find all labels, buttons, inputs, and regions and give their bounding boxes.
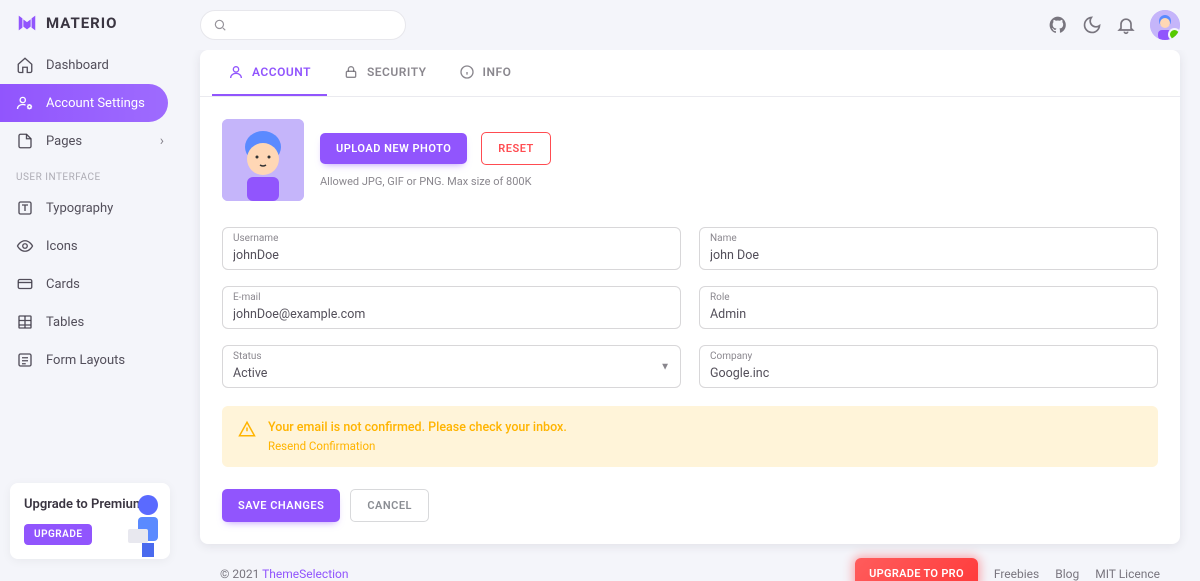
nav-label: Cards (46, 277, 80, 292)
field-label: Status (233, 352, 670, 362)
resend-confirmation-link[interactable]: Resend Confirmation (268, 439, 567, 453)
upgrade-illustration (120, 491, 176, 559)
email-field[interactable]: E-mail (222, 286, 681, 329)
footer-link-freebies[interactable]: Freebies (994, 567, 1039, 581)
chevron-right-icon: › (160, 133, 164, 149)
cancel-button[interactable]: CANCEL (350, 489, 429, 522)
profile-photo (222, 119, 304, 201)
table-icon (16, 313, 34, 331)
footer-link-licence[interactable]: MIT Licence (1095, 567, 1160, 581)
field-label: Username (233, 234, 670, 244)
footer-copyright: © 2021 ThemeSelection (220, 567, 349, 581)
card-icon (16, 275, 34, 293)
nav-account-settings[interactable]: Account Settings (0, 84, 168, 122)
upgrade-button[interactable]: UPGRADE (24, 524, 92, 545)
tab-security[interactable]: SECURITY (327, 50, 443, 96)
status-select[interactable] (233, 364, 670, 381)
name-input[interactable] (710, 246, 1147, 263)
tab-label: INFO (483, 65, 512, 79)
photo-hint: Allowed JPG, GIF or PNG. Max size of 800… (320, 175, 551, 188)
upgrade-pro-button[interactable]: UPGRADE TO PRO (855, 558, 978, 581)
email-input[interactable] (233, 305, 670, 322)
field-label: E-mail (233, 293, 670, 303)
home-icon (16, 56, 34, 74)
tab-info[interactable]: INFO (443, 50, 528, 96)
save-button[interactable]: SAVE CHANGES (222, 489, 340, 522)
company-field[interactable]: Company (699, 345, 1158, 388)
nav-label: Pages (46, 134, 82, 149)
tab-account[interactable]: ACCOUNT (212, 50, 327, 96)
field-label: Role (710, 293, 1147, 303)
account-icon (228, 64, 244, 80)
status-field[interactable]: Status ▼ (222, 345, 681, 388)
materio-logo-icon (16, 12, 38, 34)
lock-icon (343, 64, 359, 80)
theme-toggle-icon[interactable] (1082, 15, 1102, 35)
field-label: Company (710, 352, 1147, 362)
bell-icon[interactable] (1116, 15, 1136, 35)
nav-label: Icons (46, 239, 78, 254)
name-field[interactable]: Name (699, 227, 1158, 270)
tab-label: ACCOUNT (252, 65, 311, 79)
role-field[interactable]: Role (699, 286, 1158, 329)
nav-cards[interactable]: Cards (0, 265, 180, 303)
tabs: ACCOUNT SECURITY INFO (200, 50, 1180, 97)
themeselection-link[interactable]: ThemeSelection (262, 567, 348, 581)
nav-icons[interactable]: Icons (0, 227, 180, 265)
brand-logo[interactable]: MATERIO (0, 12, 180, 46)
field-label: Name (710, 234, 1147, 244)
eye-icon (16, 237, 34, 255)
nav-label: Account Settings (46, 96, 145, 111)
nav-label: Dashboard (46, 58, 109, 73)
user-avatar[interactable] (1150, 10, 1180, 40)
nav-label: Tables (46, 315, 84, 330)
company-input[interactable] (710, 364, 1147, 381)
section-header-ui: USER INTERFACE (0, 160, 180, 189)
topbar (180, 0, 1200, 50)
info-icon (459, 64, 475, 80)
warning-icon (238, 420, 256, 438)
upgrade-card: Upgrade to Premium UPGRADE (10, 483, 170, 559)
nav-pages[interactable]: Pages › (0, 122, 180, 160)
file-icon (16, 132, 34, 150)
dropdown-icon: ▼ (660, 361, 670, 372)
typography-icon (16, 199, 34, 217)
email-alert: Your email is not confirmed. Please chec… (222, 406, 1158, 467)
nav-label: Form Layouts (46, 353, 125, 368)
username-field[interactable]: Username (222, 227, 681, 270)
search-input[interactable] (227, 18, 393, 33)
upload-photo-button[interactable]: UPLOAD NEW PHOTO (320, 133, 467, 164)
search-box[interactable] (200, 10, 406, 40)
nav-dashboard[interactable]: Dashboard (0, 46, 180, 84)
alert-message: Your email is not confirmed. Please chec… (268, 420, 567, 435)
nav-form-layouts[interactable]: Form Layouts (0, 341, 180, 379)
brand-name: MATERIO (46, 14, 118, 32)
nav-tables[interactable]: Tables (0, 303, 180, 341)
tab-label: SECURITY (367, 65, 427, 79)
footer: © 2021 ThemeSelection UPGRADE TO PRO Fre… (200, 544, 1180, 581)
search-icon (213, 18, 227, 32)
footer-link-blog[interactable]: Blog (1055, 567, 1079, 581)
settings-card: ACCOUNT SECURITY INFO (200, 50, 1180, 544)
reset-photo-button[interactable]: RESET (481, 132, 550, 165)
role-input[interactable] (710, 305, 1147, 322)
account-settings-icon (16, 94, 34, 112)
form-icon (16, 351, 34, 369)
sidebar: MATERIO Dashboard Account Settings Pages… (0, 0, 180, 581)
username-input[interactable] (233, 246, 670, 263)
github-icon[interactable] (1048, 15, 1068, 35)
nav-typography[interactable]: Typography (0, 189, 180, 227)
nav-label: Typography (46, 201, 113, 216)
